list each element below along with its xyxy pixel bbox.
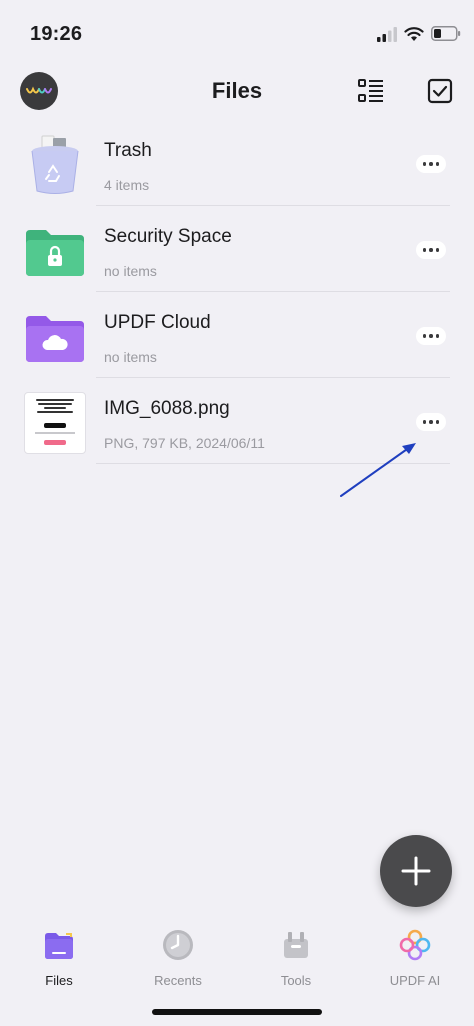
toolbox-icon <box>284 932 308 958</box>
thumbnail-line <box>35 399 75 401</box>
files-screen: 19:26 Files Trash 4 items Security Space… <box>0 0 474 1026</box>
more-dot <box>435 248 440 252</box>
annotation-arrow-icon <box>340 443 416 497</box>
list-item-updf-cloud[interactable]: UPDF Cloud no items <box>0 292 474 378</box>
clock-icon <box>163 930 193 960</box>
list-item-trash[interactable]: Trash 4 items <box>0 120 474 206</box>
more-dot <box>429 162 433 166</box>
more-options-button[interactable] <box>416 413 446 431</box>
home-indicator[interactable] <box>152 1009 322 1015</box>
add-button[interactable] <box>380 835 452 907</box>
file-name: Trash <box>104 140 152 161</box>
more-options-button[interactable] <box>416 327 446 345</box>
select-checkbox-icon[interactable] <box>425 76 455 106</box>
status-bar: 19:26 <box>0 0 474 64</box>
tab-label: UPDF AI <box>389 973 441 988</box>
battery-icon <box>431 26 461 41</box>
thumbnail-line <box>38 403 72 405</box>
trash-bin-icon <box>31 135 79 194</box>
more-dot <box>429 420 433 424</box>
thumbnail-line <box>44 407 66 409</box>
more-dot <box>429 248 433 252</box>
file-name: Security Space <box>104 226 232 247</box>
more-dots-icon <box>422 334 427 338</box>
list-item-security-space[interactable]: Security Space no items <box>0 206 474 292</box>
more-dot <box>435 162 440 166</box>
cloud-folder-icon <box>26 316 84 362</box>
more-dot <box>435 334 440 338</box>
tab-files[interactable]: Files <box>0 928 118 988</box>
file-list: Trash 4 items Security Space no items UP… <box>0 120 474 464</box>
image-thumbnail <box>24 392 86 454</box>
files-folder-icon <box>45 933 73 959</box>
tab-label: Files <box>45 973 73 988</box>
plus-icon <box>401 856 431 886</box>
more-options-button[interactable] <box>416 155 446 173</box>
thumbnail-store-badge <box>44 423 66 428</box>
ai-flower-icon <box>399 929 431 961</box>
page-title: Files <box>211 78 263 103</box>
more-dots-icon <box>422 248 427 252</box>
wifi-icon <box>404 27 424 41</box>
more-dots-icon <box>422 162 427 166</box>
tab-tools[interactable]: Tools <box>237 928 355 988</box>
status-time: 19:26 <box>30 23 83 45</box>
tab-label: Recents <box>154 973 202 988</box>
tab-recents[interactable]: Recents <box>119 928 237 988</box>
file-meta: no items <box>104 349 157 365</box>
cellular-signal-icon <box>377 27 397 42</box>
file-meta: no items <box>104 263 157 279</box>
more-dot <box>435 420 440 424</box>
lock-folder-icon <box>26 230 84 276</box>
list-view-icon[interactable] <box>356 76 386 106</box>
thumbnail-line <box>37 411 73 413</box>
thumbnail-text-lines <box>31 397 79 415</box>
thumbnail-caption <box>35 432 75 434</box>
tab-updf-ai[interactable]: UPDF AI <box>356 928 474 988</box>
more-dot <box>429 334 433 338</box>
file-name: IMG_6088.png <box>104 398 230 419</box>
more-options-button[interactable] <box>416 241 446 259</box>
tab-label: Tools <box>280 973 312 988</box>
file-meta: 4 items <box>104 177 150 193</box>
thumbnail-cta <box>44 440 66 445</box>
file-name: UPDF Cloud <box>104 312 211 333</box>
file-meta: PNG, 797 KB, 2024/06/11 <box>104 435 265 451</box>
more-dots-icon <box>422 420 427 424</box>
